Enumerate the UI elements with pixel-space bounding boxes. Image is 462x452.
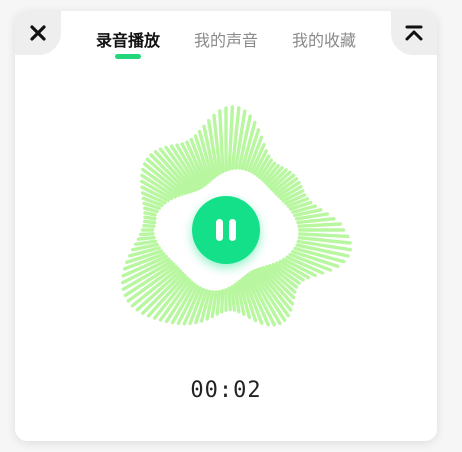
pause-button[interactable] xyxy=(192,196,260,264)
page: 录音播放 我的声音 我的收藏 00:02 xyxy=(0,0,462,452)
waveform-bar xyxy=(138,232,155,237)
player-card: 录音播放 我的声音 我的收藏 00:02 xyxy=(15,11,437,441)
waveform-bar xyxy=(230,285,237,312)
waveform-bar xyxy=(297,222,342,228)
waveform-bar xyxy=(215,289,222,316)
playback-time: 00:02 xyxy=(190,378,262,403)
waveform-bar xyxy=(133,239,158,247)
pause-icon xyxy=(216,219,223,241)
waveform-bar xyxy=(219,289,225,314)
waveform-bar xyxy=(298,232,350,239)
pause-icon xyxy=(229,219,236,241)
waveform-bar xyxy=(136,235,156,241)
waveform-bar xyxy=(227,286,232,312)
waveform-bar xyxy=(143,215,157,221)
waveform-bar xyxy=(143,211,157,217)
waveform-bar xyxy=(142,219,157,225)
waveform-bar xyxy=(142,223,156,228)
